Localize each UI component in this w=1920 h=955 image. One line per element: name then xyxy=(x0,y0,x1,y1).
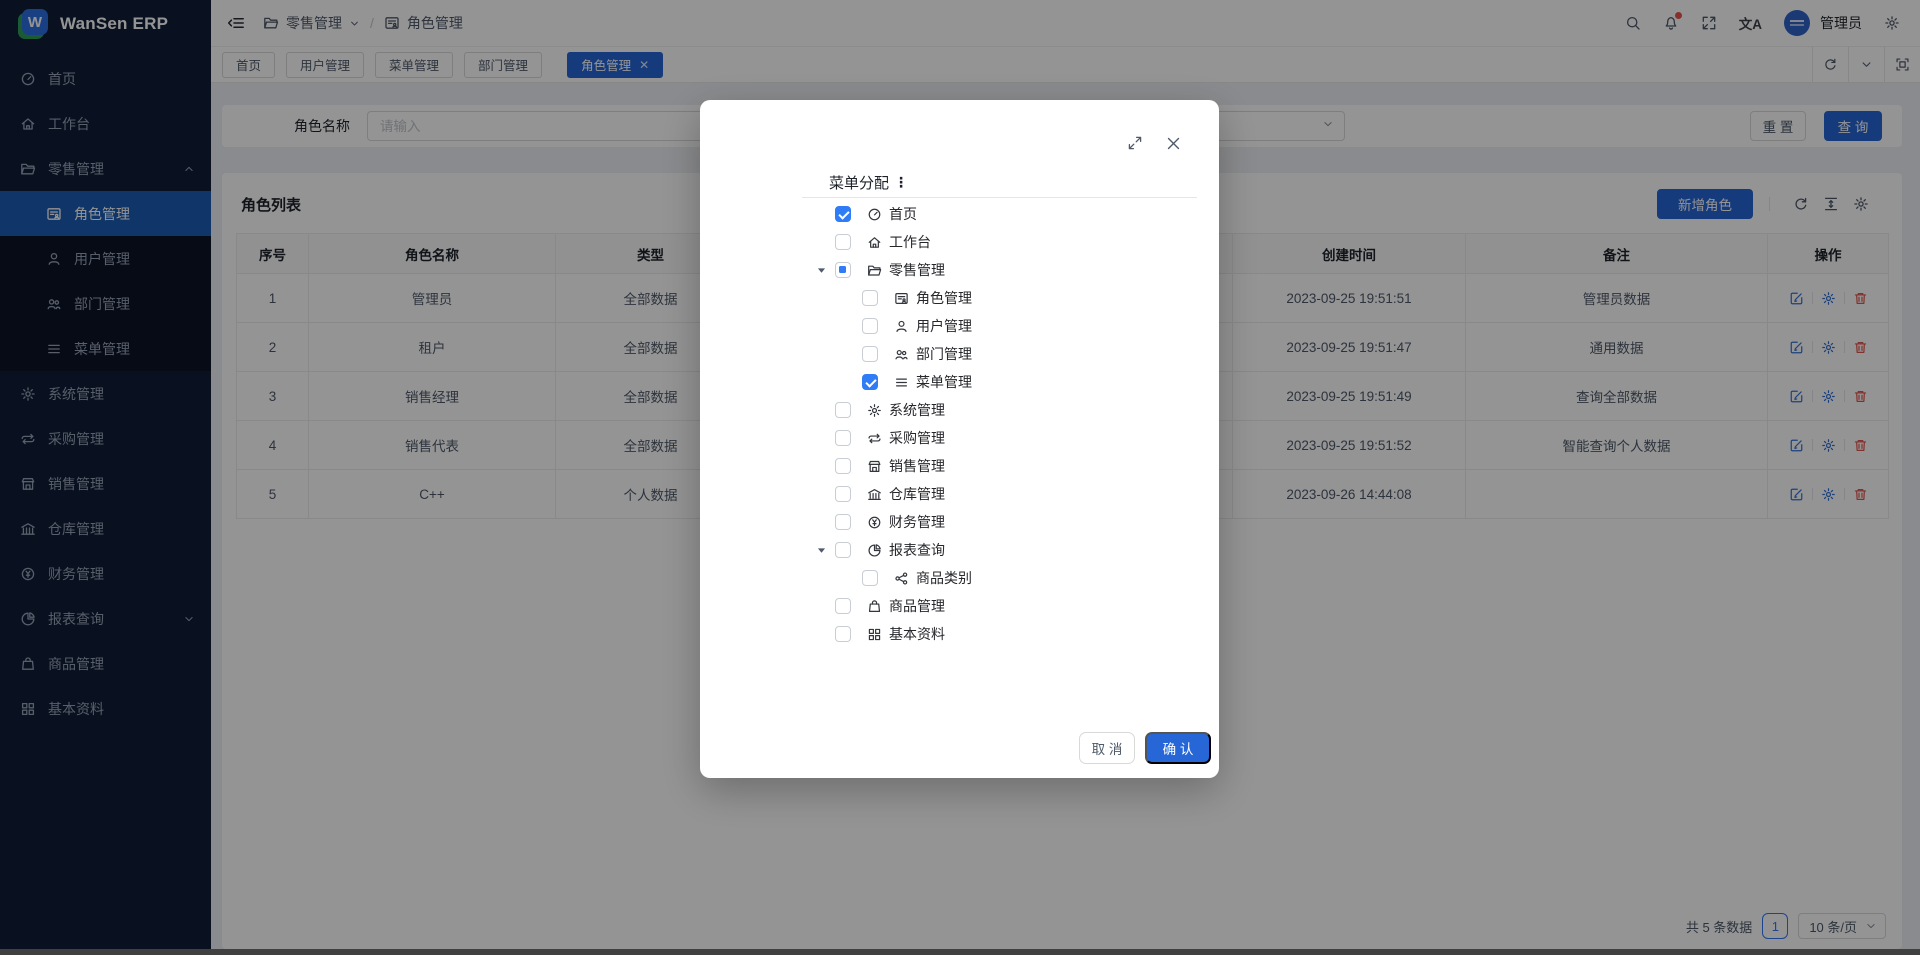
tree-item-label: 销售管理 xyxy=(889,456,945,476)
finance-icon xyxy=(867,515,882,530)
tree-item-仓库管理[interactable]: 仓库管理 xyxy=(700,480,1219,508)
idcard-icon xyxy=(894,291,909,306)
tree-item-部门管理[interactable]: 部门管理 xyxy=(700,340,1219,368)
tree-item-系统管理[interactable]: 系统管理 xyxy=(700,396,1219,424)
tree-checkbox[interactable] xyxy=(835,598,851,614)
folder-icon xyxy=(867,263,882,278)
dialog-divider xyxy=(802,197,1197,198)
tree-item-label: 零售管理 xyxy=(889,260,945,280)
tree-item-用户管理[interactable]: 用户管理 xyxy=(700,312,1219,340)
tree-item-label: 仓库管理 xyxy=(889,484,945,504)
tree-checkbox[interactable] xyxy=(835,542,851,558)
tree-item-财务管理[interactable]: 财务管理 xyxy=(700,508,1219,536)
tree-item-label: 菜单管理 xyxy=(916,372,972,392)
share-icon xyxy=(894,571,909,586)
more-dots-icon[interactable]: ⋮ xyxy=(894,174,908,191)
tree-item-采购管理[interactable]: 采购管理 xyxy=(700,424,1219,452)
sync-icon xyxy=(867,431,882,446)
tree-checkbox[interactable] xyxy=(835,430,851,446)
tree-item-基本资料[interactable]: 基本资料 xyxy=(700,620,1219,648)
tree-item-商品类别[interactable]: 商品类别 xyxy=(700,564,1219,592)
gear-icon xyxy=(867,403,882,418)
dialog-maximize-icon[interactable] xyxy=(1127,135,1143,152)
tree-item-label: 工作台 xyxy=(889,232,931,252)
tree-item-销售管理[interactable]: 销售管理 xyxy=(700,452,1219,480)
tree-checkbox[interactable] xyxy=(835,234,851,250)
tree-item-label: 部门管理 xyxy=(916,344,972,364)
dashboard-icon xyxy=(867,207,882,222)
team-icon xyxy=(894,347,909,362)
tree-item-工作台[interactable]: 工作台 xyxy=(700,228,1219,256)
bank-icon xyxy=(867,487,882,502)
grid-icon xyxy=(867,627,882,642)
cancel-button[interactable]: 取 消 xyxy=(1079,732,1135,764)
tree-item-label: 商品管理 xyxy=(889,596,945,616)
user-icon xyxy=(894,319,909,334)
tree-checkbox[interactable] xyxy=(835,458,851,474)
tree-caret-icon[interactable] xyxy=(815,544,835,557)
tree-checkbox[interactable] xyxy=(862,346,878,362)
tree-item-label: 采购管理 xyxy=(889,428,945,448)
menu-assign-dialog: 菜单分配 ⋮ 首页工作台零售管理角色管理用户管理部门管理菜单管理系统管理采购管理… xyxy=(700,100,1219,778)
tree-item-零售管理[interactable]: 零售管理 xyxy=(700,256,1219,284)
home-icon xyxy=(867,235,882,250)
tree-checkbox[interactable] xyxy=(862,318,878,334)
tree-item-label: 财务管理 xyxy=(889,512,945,532)
dialog-close-icon[interactable] xyxy=(1165,135,1182,152)
tree-checkbox[interactable] xyxy=(862,290,878,306)
dialog-title: 菜单分配 ⋮ xyxy=(829,172,908,193)
tree-item-label: 系统管理 xyxy=(889,400,945,420)
shop-icon xyxy=(867,459,882,474)
tree-checkbox[interactable] xyxy=(835,514,851,530)
tree-checkbox[interactable] xyxy=(835,206,851,222)
tree-checkbox[interactable] xyxy=(835,262,851,278)
tree-item-label: 用户管理 xyxy=(916,316,972,336)
tree-checkbox[interactable] xyxy=(835,626,851,642)
tree-checkbox[interactable] xyxy=(835,486,851,502)
tree-item-label: 首页 xyxy=(889,204,917,224)
menu-tree: 首页工作台零售管理角色管理用户管理部门管理菜单管理系统管理采购管理销售管理仓库管… xyxy=(700,200,1219,648)
tree-item-label: 商品类别 xyxy=(916,568,972,588)
tree-checkbox[interactable] xyxy=(835,402,851,418)
tree-checkbox[interactable] xyxy=(862,374,878,390)
bag-icon xyxy=(867,599,882,614)
tree-item-菜单管理[interactable]: 菜单管理 xyxy=(700,368,1219,396)
tree-item-商品管理[interactable]: 商品管理 xyxy=(700,592,1219,620)
tree-item-报表查询[interactable]: 报表查询 xyxy=(700,536,1219,564)
tree-item-角色管理[interactable]: 角色管理 xyxy=(700,284,1219,312)
tree-item-label: 角色管理 xyxy=(916,288,972,308)
tree-checkbox[interactable] xyxy=(862,570,878,586)
tree-item-label: 基本资料 xyxy=(889,624,945,644)
confirm-button[interactable]: 确 认 xyxy=(1145,732,1211,764)
dialog-controls xyxy=(1127,135,1182,152)
tree-caret-icon[interactable] xyxy=(815,264,835,277)
pie-icon xyxy=(867,543,882,558)
menu-icon xyxy=(894,375,909,390)
tree-item-label: 报表查询 xyxy=(889,540,945,560)
tree-item-首页[interactable]: 首页 xyxy=(700,200,1219,228)
